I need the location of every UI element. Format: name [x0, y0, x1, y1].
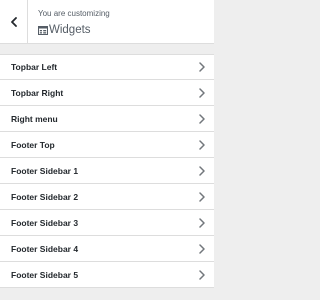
section-label: Right menu — [11, 113, 58, 124]
section-footer-sidebar-3[interactable]: Footer Sidebar 3 — [0, 210, 214, 236]
chevron-right-icon — [199, 165, 205, 176]
section-footer-sidebar-5[interactable]: Footer Sidebar 5 — [0, 262, 214, 288]
section-label: Footer Sidebar 1 — [11, 165, 79, 176]
section-label: Footer Sidebar 5 — [11, 269, 79, 280]
section-footer-sidebar-2[interactable]: Footer Sidebar 2 — [0, 184, 214, 210]
section-right-menu[interactable]: Right menu — [0, 106, 214, 132]
chevron-right-icon — [199, 62, 205, 72]
chevron-right-icon — [199, 191, 205, 202]
title-row: Widgets — [38, 23, 110, 37]
section-label: Footer Sidebar 3 — [11, 217, 79, 228]
chevron-right-icon — [199, 139, 205, 150]
chevron-right-icon — [199, 87, 205, 98]
page-title: Widgets — [49, 24, 91, 36]
chevron-right-icon — [199, 269, 205, 280]
customizing-subtitle: You are customizing — [38, 9, 110, 18]
section-label: Topbar Right — [11, 87, 64, 98]
chevron-right-icon — [199, 113, 205, 124]
section-footer-sidebar-4[interactable]: Footer Sidebar 4 — [0, 236, 214, 262]
widget-areas-list: Topbar Left Topbar Right Right menu Foot… — [0, 54, 214, 288]
chevron-right-icon — [199, 243, 205, 254]
back-button[interactable] — [0, 0, 28, 43]
section-footer-top[interactable]: Footer Top — [0, 132, 214, 158]
chevron-left-icon — [10, 16, 17, 27]
section-footer-sidebar-1[interactable]: Footer Sidebar 1 — [0, 158, 214, 184]
section-label: Topbar Left — [11, 62, 58, 72]
section-label: Footer Sidebar 2 — [11, 191, 79, 202]
section-label: Footer Sidebar 4 — [11, 243, 79, 254]
section-label: Footer Top — [11, 139, 55, 150]
header-text: You are customizing Widgets — [38, 9, 110, 37]
section-topbar-right[interactable]: Topbar Right — [0, 80, 214, 106]
customizer-header: You are customizing Widgets — [0, 0, 214, 44]
widgets-icon — [38, 25, 48, 35]
chevron-right-icon — [199, 217, 205, 228]
section-topbar-left[interactable]: Topbar Left — [0, 54, 214, 80]
